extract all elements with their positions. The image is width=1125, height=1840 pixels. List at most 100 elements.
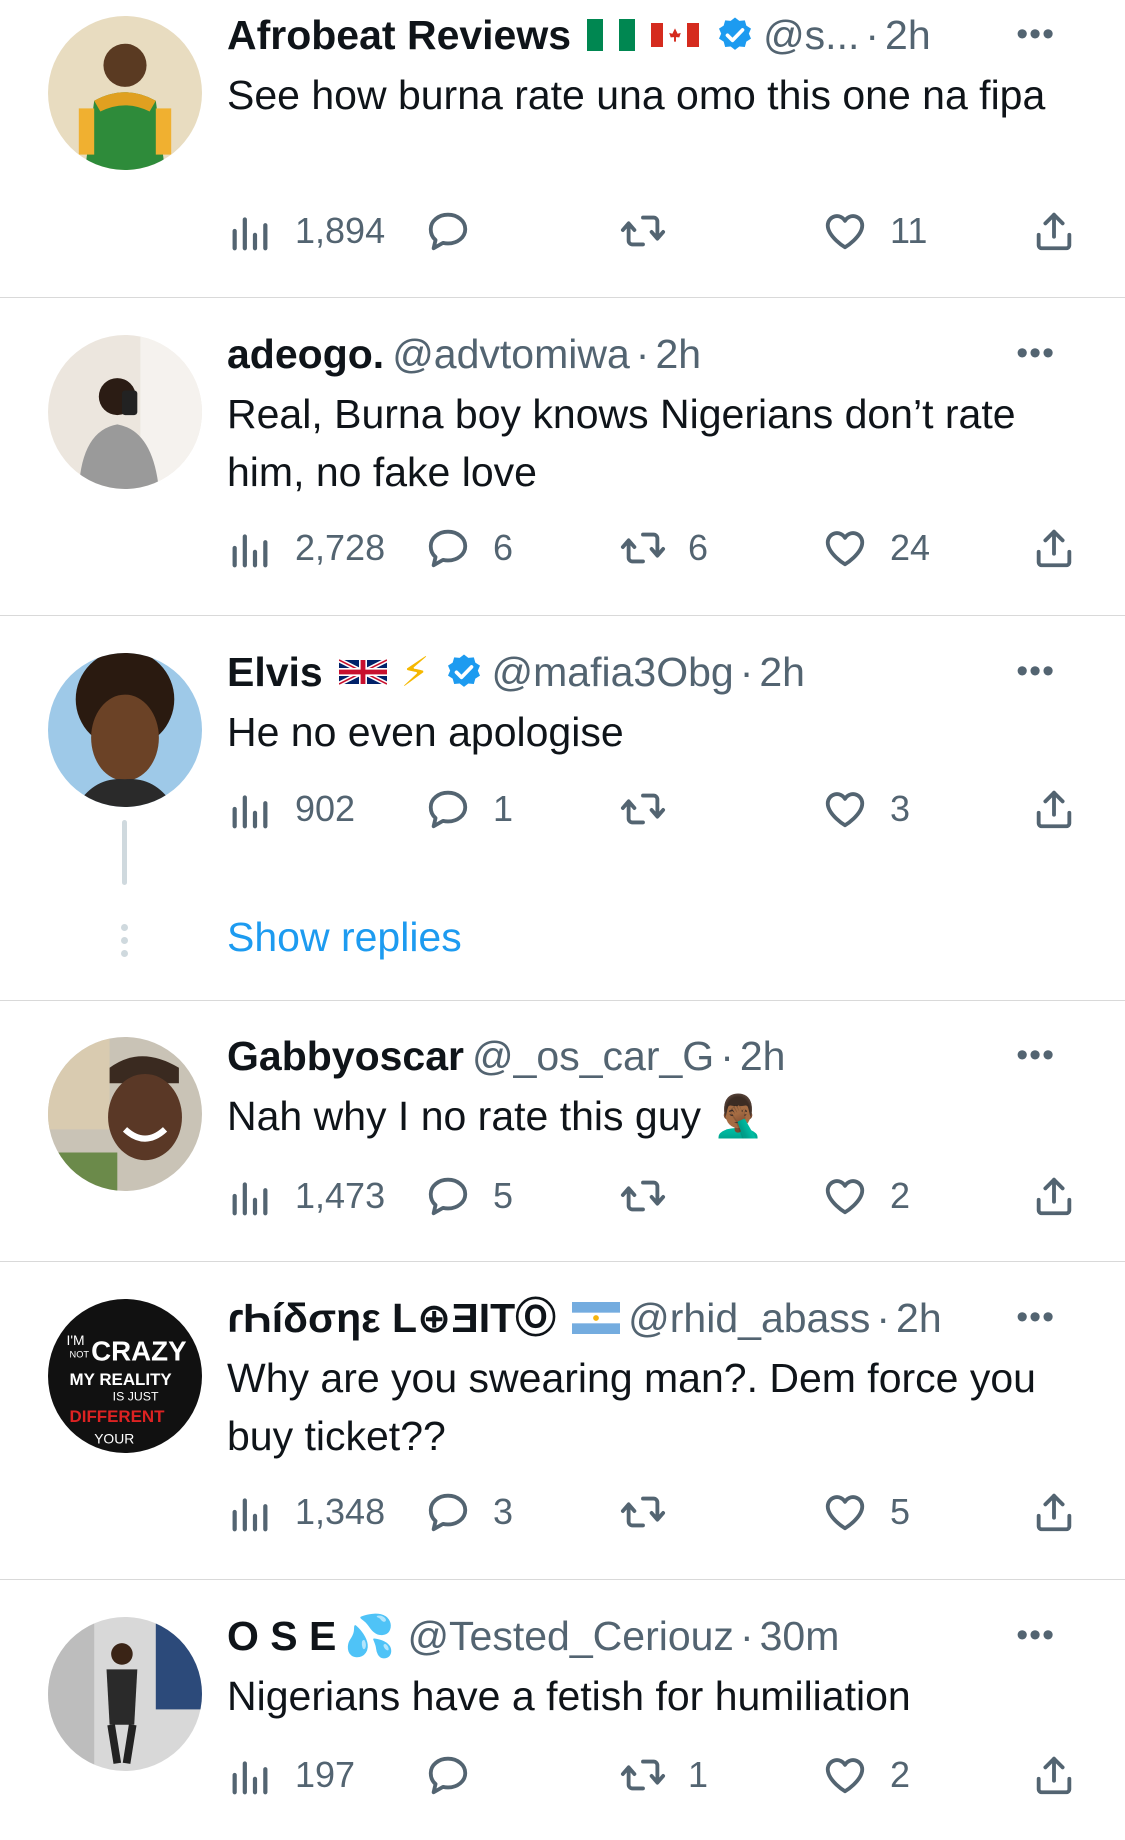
retweet-icon [620,1496,666,1528]
avatar[interactable] [48,335,202,489]
uk-flag [338,656,387,688]
views-button[interactable]: 1,473 [227,1166,385,1226]
display-name[interactable]: adeogo. [227,325,384,383]
reply-tweet[interactable]: adeogo. @advtomiwa · 2h ••• Real, Burna … [0,298,1125,616]
share-icon [1036,212,1072,251]
more-options-icon[interactable]: ••• [1011,17,1055,51]
heart-icon [825,1179,865,1215]
reply-count: 1 [493,788,514,829]
views-icon [232,1498,268,1532]
views-icon [232,1761,268,1795]
avatar-text-not: NOT [70,1350,90,1360]
thread-line [122,820,127,885]
reply-button[interactable] [425,1745,493,1805]
timestamp[interactable]: 2h [896,1289,942,1347]
views-button[interactable]: 1,348 [227,1482,385,1542]
reply-button[interactable]: 5 [425,1166,513,1226]
timestamp[interactable]: 2h [885,6,931,64]
share-button[interactable] [1031,518,1077,578]
views-button[interactable]: 197 [227,1745,355,1805]
avatar[interactable] [48,1617,202,1771]
share-button[interactable] [1031,779,1077,839]
user-handle[interactable]: @advtomiwa [392,325,630,383]
share-button[interactable] [1031,1745,1077,1805]
views-button[interactable]: 902 [227,779,355,839]
share-icon [1036,1493,1072,1532]
timestamp[interactable]: 2h [759,643,805,701]
retweet-button[interactable] [620,1482,688,1542]
timestamp[interactable]: 2h [740,1027,786,1085]
timestamp[interactable]: 2h [655,325,701,383]
reply-tweet[interactable]: Gabbyoscar @_os_car_G · 2h ••• Nah why I… [0,1001,1125,1262]
more-options-icon[interactable]: ••• [1011,1038,1055,1072]
user-handle[interactable]: @_os_car_G [472,1027,714,1085]
more-options-icon[interactable]: ••• [1011,654,1055,688]
nigeria-flag [587,19,636,51]
display-name[interactable]: ɾҺíδσηε L⊕ƎITⓄ [227,1289,556,1347]
separator-dot: · [720,1033,734,1079]
avatar-text-different: DIFFERENT [70,1407,166,1426]
like-count: 3 [890,788,911,829]
tweet-header: Gabbyoscar @_os_car_G · 2h [227,1027,1055,1085]
show-replies-link[interactable]: Show replies [227,914,462,961]
reply-tweet[interactable]: Afrobeat Reviews @s... · 2h ••• See how … [0,0,1125,298]
retweet-button[interactable] [620,779,688,839]
more-options-icon[interactable]: ••• [1011,1300,1055,1334]
avatar[interactable]: I'M NOT CRAZY MY REALITY IS JUST DIFFERE… [48,1299,202,1453]
reply-button[interactable]: 6 [425,518,513,578]
views-icon [232,795,268,829]
user-handle[interactable]: @s... [763,6,859,64]
timestamp[interactable]: 30m [760,1607,840,1665]
retweet-button[interactable]: 1 [620,1745,708,1805]
action-bar: 197 1 2 [227,1745,1077,1805]
display-name[interactable]: Gabbyoscar [227,1027,464,1085]
like-button[interactable]: 2 [822,1745,910,1805]
reply-tweet[interactable]: O S E 💦 @Tested_Ceriouz · 30m ••• Nigeri… [0,1580,1125,1840]
retweet-icon [620,215,666,247]
more-options-icon[interactable]: ••• [1011,336,1055,370]
user-handle[interactable]: @mafia3Obg [492,643,734,701]
reply-icon [428,1177,468,1216]
views-count: 1,348 [295,1491,386,1532]
reply-count: 5 [493,1175,514,1216]
tweet-text: He no even apologise [227,709,624,755]
like-button[interactable]: 3 [822,779,910,839]
tweet-text: Why are you swearing man?. Dem force you… [227,1355,1036,1459]
avatar[interactable] [48,653,202,807]
share-icon [1036,529,1072,568]
views-button[interactable]: 2,728 [227,518,385,578]
user-handle[interactable]: @Tested_Ceriouz [407,1607,734,1665]
avatar-text-im: I'M [66,1332,84,1348]
display-name[interactable]: Elvis [227,643,323,701]
display-name[interactable]: Afrobeat Reviews [227,6,571,64]
share-icon [1036,1177,1072,1216]
heart-icon [825,792,865,828]
reply-tweet[interactable]: Elvis ⚡ @mafia3Obg · 2h ••• He no even a… [0,616,1125,1001]
like-button[interactable]: 5 [822,1482,910,1542]
like-count: 5 [890,1491,911,1532]
reply-button[interactable] [425,201,493,261]
views-icon [232,217,268,251]
views-button[interactable]: 1,894 [227,201,385,261]
retweet-button[interactable] [620,201,688,261]
like-button[interactable]: 2 [822,1166,910,1226]
display-name[interactable]: O S E [227,1607,336,1665]
reply-button[interactable]: 1 [425,779,513,839]
more-options-icon[interactable]: ••• [1011,1618,1055,1652]
like-count: 2 [890,1175,911,1216]
retweet-button[interactable]: 6 [620,518,708,578]
like-button[interactable]: 24 [822,518,930,578]
share-button[interactable] [1031,1166,1077,1226]
user-handle[interactable]: @rhid_abass [628,1289,870,1347]
share-button[interactable] [1031,1482,1077,1542]
avatar[interactable] [48,16,202,170]
separator-dot: · [739,1613,754,1659]
reply-tweet[interactable]: I'M NOT CRAZY MY REALITY IS JUST DIFFERE… [0,1262,1125,1580]
avatar[interactable] [48,1037,202,1191]
reply-button[interactable]: 3 [425,1482,513,1542]
retweet-button[interactable] [620,1166,688,1226]
separator-dot: · [865,12,880,58]
tweet-header: Elvis ⚡ @mafia3Obg · 2h [227,643,1055,701]
like-button[interactable]: 11 [822,201,927,261]
share-button[interactable] [1031,201,1077,261]
